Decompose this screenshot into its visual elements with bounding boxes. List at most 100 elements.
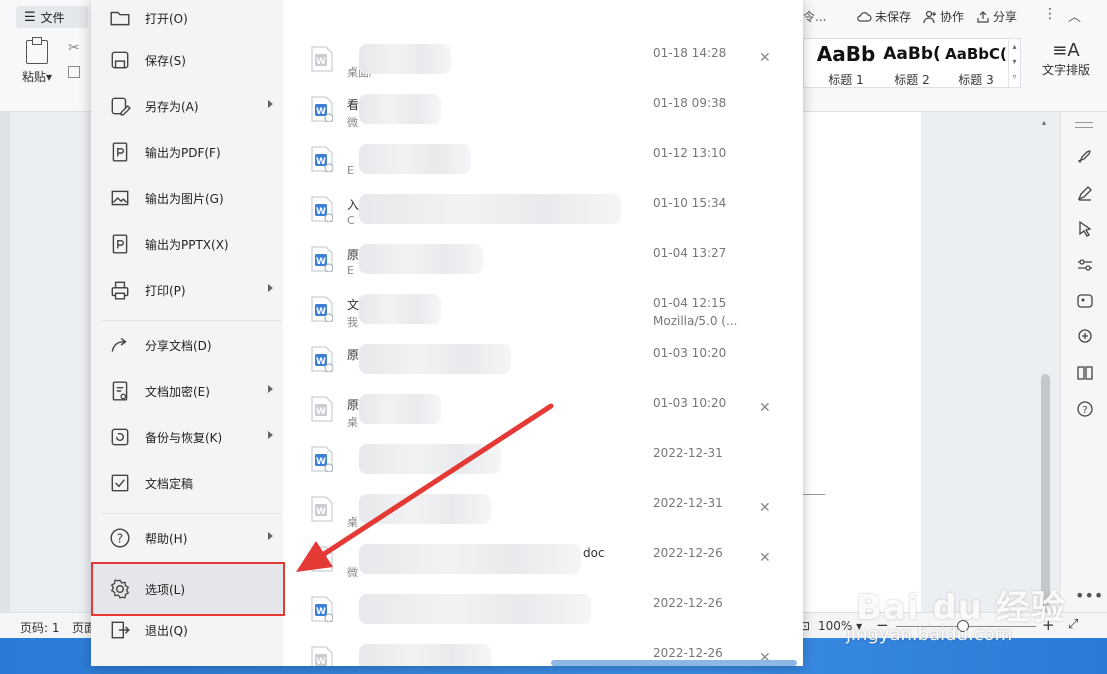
paste-icon[interactable] bbox=[26, 37, 48, 64]
recent-file-date: 2022-12-31 bbox=[653, 446, 723, 460]
menu-item-save[interactable]: 保存(S) bbox=[91, 38, 283, 82]
document-rule-line bbox=[803, 494, 825, 495]
unsaved-status[interactable]: 未保存 bbox=[856, 8, 911, 25]
recent-file-row[interactable]: W 看微 01-18 09:38 bbox=[283, 86, 783, 136]
recent-file-path: 微 bbox=[347, 566, 358, 579]
paste-button-label[interactable]: 粘贴▾ bbox=[22, 68, 52, 85]
style-heading-3[interactable]: AaBbC( 标题 3 bbox=[944, 39, 1008, 87]
scroll-up-icon[interactable]: ▴ bbox=[1042, 118, 1046, 127]
recent-file-name: 原 bbox=[347, 248, 360, 262]
remove-recent-close-icon[interactable]: ✕ bbox=[759, 400, 771, 416]
redacted-blur bbox=[359, 594, 591, 624]
word-doc-icon: W bbox=[311, 646, 333, 666]
svg-text:W: W bbox=[316, 457, 326, 467]
copy-icon[interactable] bbox=[68, 66, 80, 78]
gallery-scroll[interactable]: ▴ ▾ ▿ bbox=[1008, 39, 1020, 87]
remove-recent-close-icon[interactable]: ✕ bbox=[759, 550, 771, 566]
submenu-arrow-icon bbox=[268, 532, 273, 540]
collaborate-label: 协作 bbox=[940, 10, 965, 24]
recent-file-row[interactable]: W 原 01-03 10:20 bbox=[283, 336, 783, 386]
recent-file-name: 原 bbox=[347, 398, 360, 412]
word-doc-icon: W bbox=[311, 596, 333, 622]
recent-file-source: Mozilla/5.0 (... bbox=[653, 314, 738, 328]
menu-item-label: 输出为图片(G) bbox=[145, 191, 224, 206]
share-button[interactable]: 分享 bbox=[976, 8, 1017, 25]
submenu-arrow-icon bbox=[268, 385, 273, 393]
book-icon[interactable] bbox=[1074, 362, 1096, 384]
recent-file-name: 原 bbox=[347, 348, 360, 362]
menu-item-folder-open[interactable]: 打开(O) bbox=[91, 0, 283, 40]
recent-file-row[interactable]: W 入 C 01-10 15:34 bbox=[283, 186, 783, 236]
sidebar-handle-icon[interactable] bbox=[1075, 122, 1093, 128]
word-doc-icon: W bbox=[311, 146, 333, 172]
menu-item-help[interactable]: ? 帮助(H) bbox=[91, 516, 283, 560]
menu-item-finalize-doc[interactable]: 文档定稿 bbox=[91, 461, 283, 505]
submenu-arrow-icon bbox=[268, 100, 273, 108]
recent-file-row[interactable]: W 2022-12-26 bbox=[283, 586, 783, 636]
finalize-doc-icon bbox=[109, 472, 131, 494]
recent-file-row[interactable]: Wdoc 微 2022-12-26 ✕ bbox=[283, 536, 783, 586]
more-vertical-icon[interactable]: ⋮ bbox=[1043, 6, 1057, 22]
recent-file-row[interactable]: W 桌面/01-18 14:28 ✕ bbox=[283, 36, 783, 86]
recent-file-name: 看 bbox=[347, 98, 360, 112]
menu-item-export-pdf[interactable]: 输出为PDF(F) bbox=[91, 130, 283, 174]
status-page-number: 页码: 1 bbox=[20, 621, 60, 635]
recent-file-row[interactable]: W 2022-12-31 bbox=[283, 436, 783, 486]
style-label: 标题 1 bbox=[828, 73, 864, 87]
unsaved-label: 未保存 bbox=[875, 10, 912, 24]
recent-file-row[interactable]: W 原 E 01-04 13:27 bbox=[283, 236, 783, 286]
file-menu-button[interactable]: ☰ 文件 bbox=[16, 6, 88, 28]
printer-icon bbox=[109, 279, 131, 301]
remove-recent-close-icon[interactable]: ✕ bbox=[759, 500, 771, 516]
menu-item-printer[interactable]: 打印(P) bbox=[91, 268, 283, 312]
redacted-blur bbox=[359, 644, 491, 666]
redacted-blur bbox=[359, 44, 451, 74]
hamburger-icon: ☰ bbox=[24, 9, 36, 25]
recent-file-row[interactable]: W 桌 2022-12-31 ✕ bbox=[283, 486, 783, 536]
menu-item-export-image[interactable]: 输出为图片(G) bbox=[91, 176, 283, 220]
menu-item-save-as[interactable]: 另存为(A) bbox=[91, 84, 283, 128]
submenu-arrow-icon bbox=[268, 284, 273, 292]
menu-item-share-doc[interactable]: 分享文档(D) bbox=[91, 323, 283, 367]
question-circle-icon[interactable]: ? bbox=[1074, 398, 1096, 420]
recent-file-row[interactable]: W 原桌 01-03 10:20 ✕ bbox=[283, 386, 783, 436]
redacted-blur bbox=[359, 444, 501, 474]
redacted-blur bbox=[359, 194, 621, 224]
collaborate-button[interactable]: 协作 bbox=[923, 8, 964, 25]
style-heading-2[interactable]: AaBb( 标题 2 bbox=[880, 39, 944, 87]
cloud-sync-icon bbox=[857, 11, 872, 22]
chevron-up-icon[interactable]: ︿ bbox=[1068, 6, 1081, 25]
remove-recent-close-icon[interactable]: ✕ bbox=[759, 50, 771, 66]
menu-separator bbox=[101, 320, 281, 321]
gallery-icon[interactable] bbox=[1074, 290, 1096, 312]
style-heading-1[interactable]: AaBb 标题 1 bbox=[814, 39, 878, 87]
recent-file-row[interactable]: W E 01-12 13:10 bbox=[283, 136, 783, 186]
recent-list-bottom-bar bbox=[551, 660, 797, 666]
baidu-watermark: Bai du 经验 jingyan.baidu.com bbox=[846, 574, 1096, 654]
rocket-icon[interactable] bbox=[1074, 146, 1096, 168]
redacted-blur bbox=[359, 394, 441, 424]
menu-item-encrypt-doc[interactable]: 文档加密(E) bbox=[91, 369, 283, 413]
text-layout-button[interactable]: ≡A 文字排版 bbox=[1036, 40, 1096, 78]
svg-text:W: W bbox=[316, 657, 326, 666]
word-doc-icon: W bbox=[311, 96, 333, 122]
word-doc-icon: W bbox=[311, 446, 333, 472]
share-icon bbox=[977, 10, 989, 23]
document-scrollbar[interactable]: ▴ bbox=[1038, 112, 1054, 644]
scissors-icon[interactable]: ✂ bbox=[68, 40, 80, 56]
pen-icon[interactable] bbox=[1074, 182, 1096, 204]
cursor-icon[interactable] bbox=[1074, 218, 1096, 240]
recent-file-path: 我 bbox=[347, 316, 358, 329]
menu-item-export-pptx[interactable]: 输出为PPTX(X) bbox=[91, 222, 283, 266]
sliders-icon[interactable] bbox=[1074, 254, 1096, 276]
svg-text:W: W bbox=[316, 207, 326, 217]
folder-open-icon bbox=[109, 7, 131, 29]
menu-item-backup-restore[interactable]: 备份与恢复(K) bbox=[91, 415, 283, 459]
share-doc-icon bbox=[109, 334, 131, 356]
menu-item-label: 打印(P) bbox=[145, 283, 186, 298]
document-page[interactable] bbox=[803, 112, 921, 612]
location-pin-icon[interactable] bbox=[1074, 326, 1096, 348]
svg-text:W: W bbox=[316, 507, 326, 517]
recent-files-list: W 桌面/01-18 14:28 ✕ W 看微 01-18 09:38 W E 01-12 13… bbox=[283, 0, 803, 666]
recent-file-row[interactable]: W 文我 01-04 12:15 Mozilla/5.0 (... bbox=[283, 286, 783, 336]
